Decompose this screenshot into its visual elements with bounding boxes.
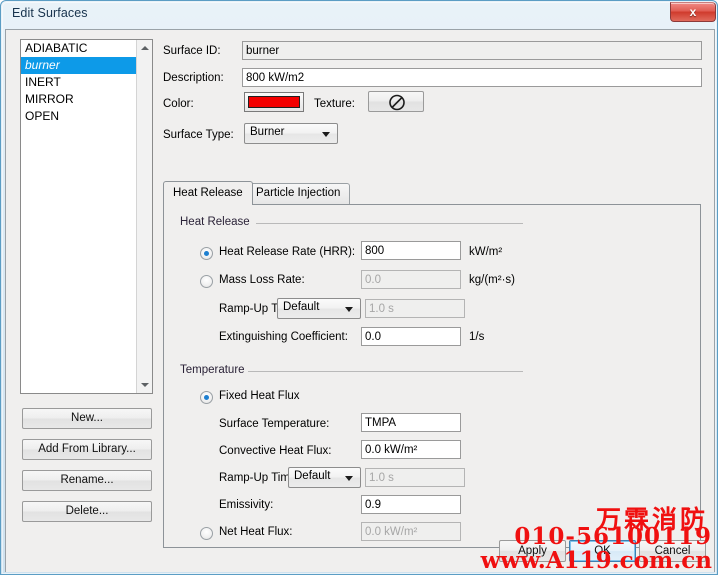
temp-ramp-up-value: Default: [294, 470, 331, 482]
temperature-group-line: [248, 371, 523, 372]
tab-particle-injection[interactable]: Particle Injection: [246, 183, 351, 204]
temp-ramp-time-input[interactable]: [365, 468, 465, 487]
tab-strip: Heat Release Particle Injection: [163, 181, 703, 205]
net-heat-flux-input[interactable]: [361, 522, 461, 541]
color-label: Color:: [163, 98, 194, 110]
convective-heat-flux-input[interactable]: [361, 440, 461, 459]
add-from-library-button[interactable]: Add From Library...: [22, 439, 152, 460]
hr-ramp-time-input[interactable]: [365, 299, 465, 318]
cancel-button[interactable]: Cancel: [639, 540, 706, 562]
mass-loss-rate-label: Mass Loss Rate:: [219, 274, 305, 286]
mass-loss-rate-input[interactable]: [361, 270, 461, 289]
extinguishing-coefficient-unit-label: 1/s: [469, 331, 485, 343]
heat-release-group-label: Heat Release: [176, 216, 254, 228]
list-item-burner[interactable]: burner: [21, 57, 152, 74]
texture-label: Texture:: [314, 98, 355, 110]
surface-type-value: Burner: [250, 126, 285, 138]
color-swatch-fill: [248, 96, 300, 108]
edit-surfaces-window: Edit Surfaces x ADIABATIC burner INERT M…: [0, 0, 718, 575]
list-item-adiabatic[interactable]: ADIABATIC: [21, 40, 152, 57]
surface-list-scrollbar[interactable]: [136, 40, 152, 393]
surface-list[interactable]: ADIABATIC burner INERT MIRROR OPEN: [20, 39, 153, 394]
heat-release-group-line: [256, 223, 523, 224]
heat-release-tab-panel: Heat Release Heat Release Rate (HRR): kW…: [163, 204, 701, 548]
tab-heat-release[interactable]: Heat Release: [163, 181, 253, 205]
close-icon: x: [689, 5, 697, 19]
fixed-heat-flux-label: Fixed Heat Flux: [219, 390, 300, 402]
texture-button[interactable]: [368, 91, 424, 112]
mass-loss-rate-radio[interactable]: [200, 275, 213, 288]
hrr-unit-label: kW/m²: [469, 246, 503, 258]
apply-button[interactable]: Apply: [499, 540, 566, 562]
scroll-up-icon[interactable]: [137, 40, 152, 56]
dialog-client-area: ADIABATIC burner INERT MIRROR OPEN New..…: [5, 29, 715, 572]
delete-button[interactable]: Delete...: [22, 501, 152, 522]
window-title: Edit Surfaces: [12, 6, 88, 20]
temperature-group-label: Temperature: [176, 364, 249, 376]
surface-id-label: Surface ID:: [163, 45, 221, 57]
surface-temperature-input[interactable]: [361, 413, 461, 432]
surface-type-combo[interactable]: Burner: [244, 123, 338, 144]
net-heat-flux-label: Net Heat Flux:: [219, 526, 293, 538]
chevron-down-icon: [322, 132, 330, 137]
fixed-heat-flux-radio[interactable]: [200, 391, 213, 404]
emissivity-input[interactable]: [361, 495, 461, 514]
list-item-inert[interactable]: INERT: [21, 74, 152, 91]
list-item-open[interactable]: OPEN: [21, 108, 152, 125]
close-button[interactable]: x: [670, 2, 716, 22]
extinguishing-coefficient-input[interactable]: [361, 327, 461, 346]
description-input[interactable]: [242, 68, 702, 87]
convective-heat-flux-label: Convective Heat Flux:: [219, 445, 332, 457]
hrr-label: Heat Release Rate (HRR):: [219, 246, 356, 258]
color-swatch-button[interactable]: [244, 92, 304, 112]
hrr-input[interactable]: [361, 241, 461, 260]
emissivity-label: Emissivity:: [219, 499, 274, 511]
list-item-mirror[interactable]: MIRROR: [21, 91, 152, 108]
new-button[interactable]: New...: [22, 408, 152, 429]
surface-temperature-label: Surface Temperature:: [219, 418, 330, 430]
temp-ramp-up-combo[interactable]: Default: [288, 467, 361, 488]
rename-button[interactable]: Rename...: [22, 470, 152, 491]
surface-type-label: Surface Type:: [163, 129, 234, 141]
mass-loss-rate-unit-label: kg/(m²·s): [469, 274, 515, 286]
description-label: Description:: [163, 72, 224, 84]
surface-id-input[interactable]: [242, 41, 702, 60]
chevron-down-icon: [345, 476, 353, 481]
net-heat-flux-radio[interactable]: [200, 527, 213, 540]
scroll-down-icon[interactable]: [137, 377, 152, 393]
hr-ramp-up-value: Default: [283, 301, 320, 313]
ok-button[interactable]: OK: [569, 540, 636, 562]
title-bar: Edit Surfaces x: [1, 1, 718, 29]
hr-ramp-up-combo[interactable]: Default: [277, 298, 361, 319]
extinguishing-coefficient-label: Extinguishing Coefficient:: [219, 331, 348, 343]
hrr-radio[interactable]: [200, 247, 213, 260]
chevron-down-icon: [345, 307, 353, 312]
no-texture-icon: [389, 94, 405, 111]
